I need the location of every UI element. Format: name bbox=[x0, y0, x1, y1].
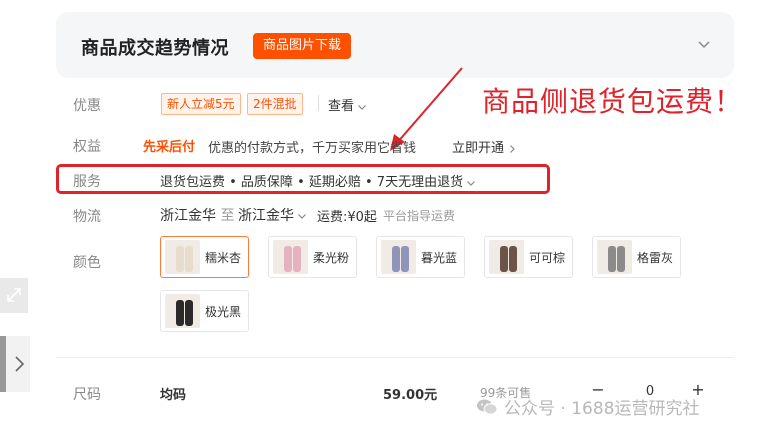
service-text: 退货包运费 • 品质保障 • 延期必赔 • 7天无理由退货 bbox=[160, 175, 464, 190]
pant-leg-shape bbox=[617, 246, 625, 272]
watermark-text: 公众号 · 1688运营研究社 bbox=[504, 399, 700, 419]
color-option-pink[interactable]: 柔光粉 bbox=[268, 236, 357, 278]
pant-leg-shape bbox=[500, 246, 508, 272]
benefit-description: 优惠的付款方式，千万买家用它省钱 bbox=[208, 141, 417, 156]
product-thumbnail bbox=[165, 240, 200, 274]
color-option-label: 格雷灰 bbox=[637, 251, 674, 265]
next-image-button[interactable] bbox=[0, 336, 30, 392]
chevron-right-icon bbox=[15, 356, 25, 372]
pant-leg-shape bbox=[608, 246, 616, 272]
image-download-button[interactable]: 商品图片下载 bbox=[253, 33, 351, 59]
size-label: 尺码 bbox=[73, 387, 101, 403]
product-thumbnail bbox=[381, 240, 416, 274]
section-divider bbox=[56, 357, 734, 358]
product-thumbnail bbox=[273, 240, 308, 274]
destination-selector[interactable]: 浙江金华 bbox=[238, 205, 307, 225]
product-thumbnail bbox=[597, 240, 632, 274]
activate-link[interactable]: 立即开通 bbox=[452, 137, 517, 156]
expand-button[interactable] bbox=[0, 278, 28, 313]
trend-title: 商品成交趋势情况 bbox=[81, 38, 229, 59]
view-discount-link[interactable]: 查看 bbox=[328, 95, 367, 114]
product-thumbnail bbox=[165, 294, 200, 328]
color-option-beige[interactable]: 糯米杏 bbox=[160, 236, 249, 278]
activate-label: 立即开通 bbox=[452, 141, 505, 156]
color-option-blue[interactable]: 暮光蓝 bbox=[376, 236, 465, 278]
divider bbox=[318, 95, 319, 111]
logistics-route: 浙江金华 至 bbox=[160, 205, 234, 225]
shipping-fee-note: 平台指导运费 bbox=[383, 209, 456, 223]
expand-diagonal-icon bbox=[7, 288, 21, 302]
pant-leg-shape bbox=[392, 246, 400, 272]
pant-leg-shape bbox=[185, 246, 193, 272]
discount-tag-new-user[interactable]: 新人立减5元 bbox=[161, 93, 241, 115]
chevron-down-icon bbox=[358, 104, 366, 110]
pant-leg-shape bbox=[284, 246, 292, 272]
pant-leg-shape bbox=[185, 300, 193, 326]
product-thumbnail bbox=[489, 240, 524, 274]
price-value: 59.00元 bbox=[383, 388, 438, 403]
chevron-down-icon[interactable] bbox=[696, 36, 712, 52]
color-option-label: 可可棕 bbox=[529, 251, 566, 265]
chevron-down-icon bbox=[298, 214, 306, 219]
color-option-label: 糯米杏 bbox=[205, 251, 242, 265]
pant-leg-shape bbox=[293, 246, 301, 272]
color-option-brown[interactable]: 可可棕 bbox=[484, 236, 573, 278]
pant-leg-shape bbox=[176, 300, 184, 326]
chevron-down-icon bbox=[467, 180, 476, 186]
logistics-label: 物流 bbox=[73, 209, 101, 225]
annotation-text: 商品侧退货包运费！ bbox=[482, 85, 744, 118]
pant-leg-shape bbox=[401, 246, 409, 272]
size-value: 均码 bbox=[160, 388, 187, 403]
shipping-fee: 运费:¥0起 bbox=[317, 210, 377, 225]
discount-label: 优惠 bbox=[73, 98, 101, 114]
to-word: 至 bbox=[220, 208, 235, 224]
benefit-name: 先采后付 bbox=[143, 140, 196, 155]
pant-leg-shape bbox=[176, 246, 184, 272]
wechat-logo-icon bbox=[477, 399, 498, 415]
origin-city: 浙江金华 bbox=[160, 208, 216, 224]
pant-leg-shape bbox=[509, 246, 517, 272]
color-option-label: 极光黑 bbox=[205, 305, 242, 319]
service-list[interactable]: 退货包运费 • 品质保障 • 延期必赔 • 7天无理由退货 bbox=[160, 171, 476, 190]
view-label: 查看 bbox=[328, 99, 355, 114]
service-label: 服务 bbox=[73, 174, 101, 190]
color-option-label: 暮光蓝 bbox=[421, 251, 458, 265]
chevron-right-icon bbox=[510, 144, 515, 153]
color-option-grey[interactable]: 格雷灰 bbox=[592, 236, 681, 278]
color-option-black[interactable]: 极光黑 bbox=[160, 290, 249, 332]
discount-tag-mixed-batch[interactable]: 2件混批 bbox=[247, 93, 303, 115]
color-option-label: 柔光粉 bbox=[313, 251, 350, 265]
destination-city: 浙江金华 bbox=[238, 208, 294, 224]
color-label: 颜色 bbox=[73, 255, 101, 271]
watermark: 公众号 · 1688运营研究社 bbox=[476, 394, 699, 419]
benefit-label: 权益 bbox=[73, 139, 101, 155]
image-strip-edge bbox=[0, 336, 6, 392]
